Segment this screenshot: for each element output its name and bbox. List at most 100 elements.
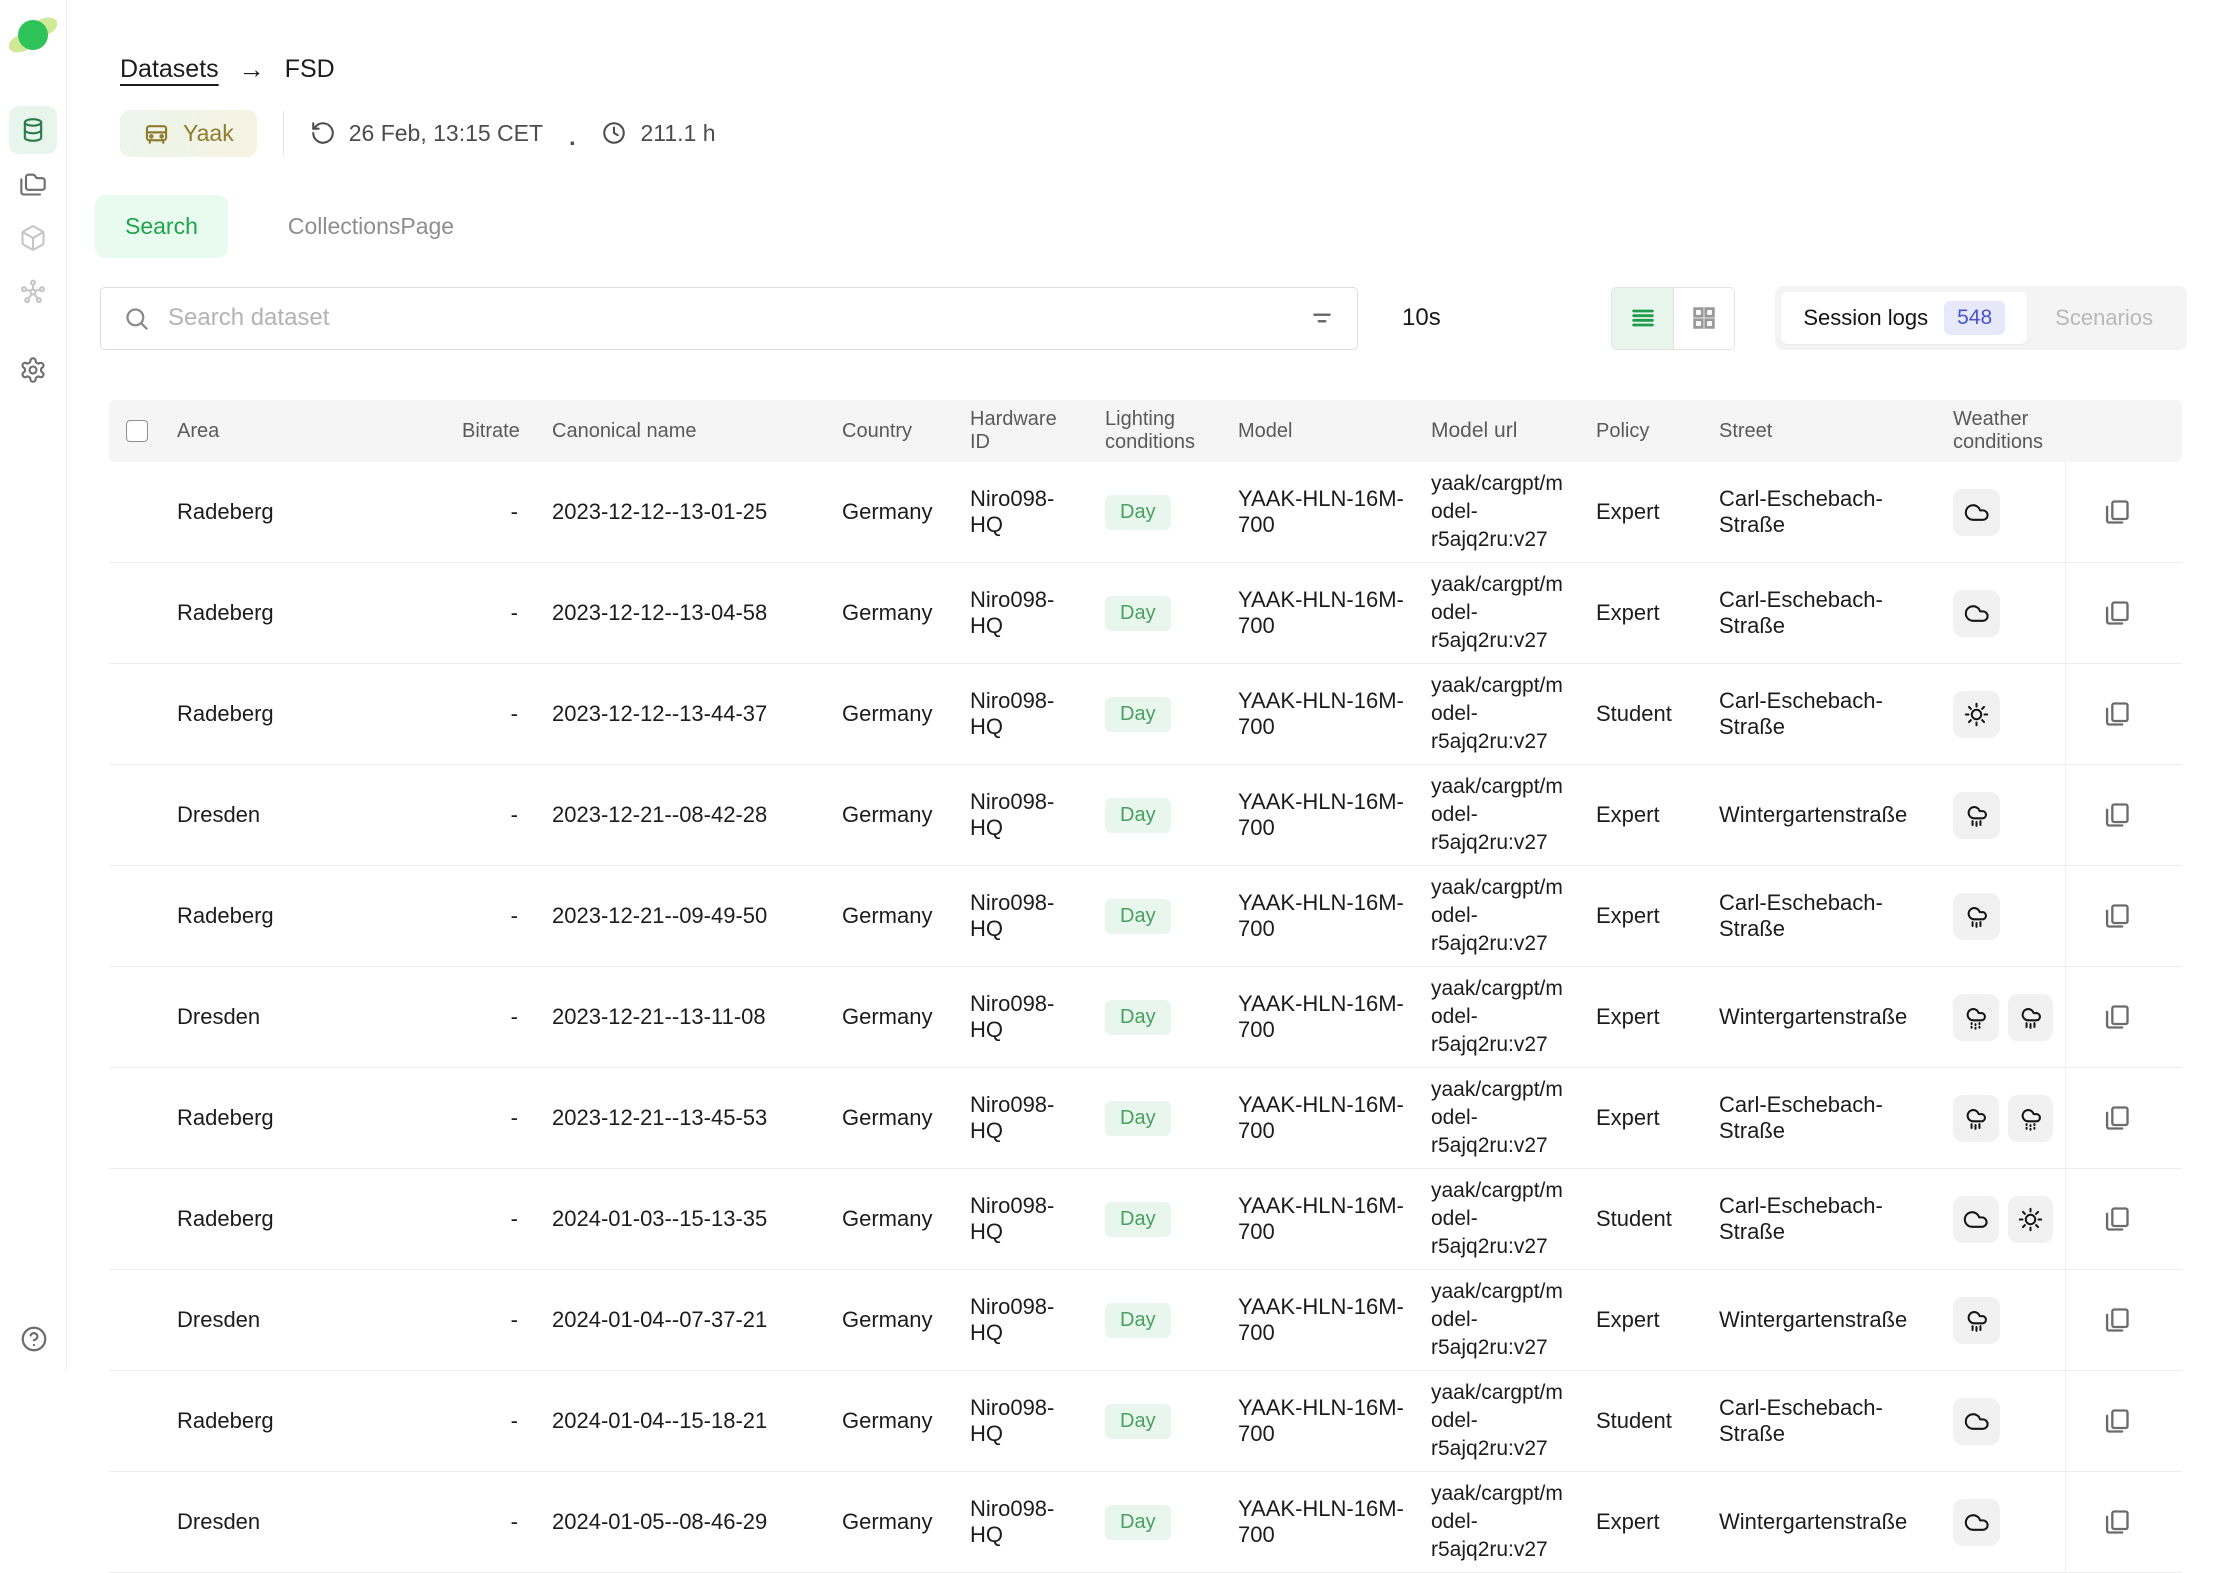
copy-row-button[interactable] xyxy=(2103,1306,2131,1334)
cell-country: Germany xyxy=(830,1501,958,1543)
cloud-weather-icon xyxy=(1953,1398,2000,1445)
cell-canonical-name: 2023-12-12--13-44-37 xyxy=(540,693,830,735)
table-row[interactable]: Radeberg - 2023-12-21--13-45-53 Germany … xyxy=(109,1068,2182,1169)
cell-weather-conditions xyxy=(1941,784,2065,847)
car-icon xyxy=(143,120,170,147)
table-row[interactable]: Dresden - 2023-12-21--08-42-28 Germany N… xyxy=(109,765,2182,866)
cell-model: YAAK-HLN-16M-700 xyxy=(1226,1488,1419,1556)
cell-country: Germany xyxy=(830,1097,958,1139)
cell-area: Radeberg xyxy=(165,1097,450,1139)
sidebar-item-datasets[interactable] xyxy=(9,106,57,154)
table-row[interactable]: Radeberg - 2024-01-04--15-18-21 Germany … xyxy=(109,1371,2182,1472)
cell-bitrate: - xyxy=(450,1097,540,1139)
gear-icon xyxy=(19,356,47,384)
grid-view-button[interactable] xyxy=(1673,288,1734,349)
cell-bitrate: - xyxy=(450,1299,540,1341)
cell-model-url: yaak/cargpt/model-r5ajq2ru:v27 xyxy=(1419,1371,1584,1471)
col-header-lighting-conditions: Lighting conditions xyxy=(1093,400,1226,462)
cell-bitrate: - xyxy=(450,996,540,1038)
cell-model: YAAK-HLN-16M-700 xyxy=(1226,1286,1419,1354)
select-all-checkbox[interactable] xyxy=(126,420,148,442)
sidebar-item-collections[interactable] xyxy=(9,160,57,208)
cell-bitrate: - xyxy=(450,592,540,634)
table-body: Radeberg - 2023-12-12--13-01-25 Germany … xyxy=(109,462,2182,1573)
segment-scenarios[interactable]: Scenarios xyxy=(2027,292,2181,344)
copy-row-button[interactable] xyxy=(2103,700,2131,728)
copy-icon xyxy=(2103,700,2131,728)
copy-row-button[interactable] xyxy=(2103,1205,2131,1233)
lighting-badge: Day xyxy=(1105,1202,1171,1237)
table-row[interactable]: Dresden - 2024-01-04--07-37-21 Germany N… xyxy=(109,1270,2182,1371)
cell-policy: Expert xyxy=(1584,592,1707,634)
table-header: Area Bitrate Canonical name Country Hard… xyxy=(109,400,2182,462)
cell-weather-conditions xyxy=(1941,885,2065,948)
search-input[interactable] xyxy=(168,304,1291,332)
col-header-actions xyxy=(2065,400,2167,462)
cell-model: YAAK-HLN-16M-700 xyxy=(1226,478,1419,546)
divider xyxy=(283,111,284,155)
help-button[interactable] xyxy=(0,1324,67,1354)
cell-policy: Expert xyxy=(1584,1299,1707,1341)
list-view-button[interactable] xyxy=(1612,288,1673,349)
duration-value: 211.1 h xyxy=(640,120,715,147)
vehicle-badge: Yaak xyxy=(120,110,257,157)
lighting-badge: Day xyxy=(1105,697,1171,732)
copy-row-button[interactable] xyxy=(2103,1003,2131,1031)
copy-row-button[interactable] xyxy=(2103,1407,2131,1435)
table-row[interactable]: Dresden - 2023-12-21--13-11-08 Germany N… xyxy=(109,967,2182,1068)
cell-country: Germany xyxy=(830,996,958,1038)
cell-street: Wintergartenstraße xyxy=(1707,996,1941,1038)
cell-hardware-id: Niro098-HQ xyxy=(958,1185,1093,1253)
cell-model: YAAK-HLN-16M-700 xyxy=(1226,882,1419,950)
copy-row-button[interactable] xyxy=(2103,801,2131,829)
sidebar-nav xyxy=(9,106,57,394)
copy-icon xyxy=(2103,599,2131,627)
cell-policy: Student xyxy=(1584,1198,1707,1240)
cell-bitrate: - xyxy=(450,1501,540,1543)
cell-country: Germany xyxy=(830,1198,958,1240)
cell-canonical-name: 2023-12-21--13-45-53 xyxy=(540,1097,830,1139)
cell-policy: Student xyxy=(1584,1400,1707,1442)
copy-row-button[interactable] xyxy=(2103,498,2131,526)
table-row[interactable]: Radeberg - 2023-12-21--09-49-50 Germany … xyxy=(109,866,2182,967)
cloud-weather-icon xyxy=(1953,590,2000,637)
view-toggle xyxy=(1611,287,1735,350)
table-row[interactable]: Radeberg - 2023-12-12--13-44-37 Germany … xyxy=(109,664,2182,765)
yaak-logo[interactable] xyxy=(9,12,57,60)
copy-row-button[interactable] xyxy=(2103,599,2131,627)
table-row[interactable]: Dresden - 2024-01-05--08-46-29 Germany N… xyxy=(109,1472,2182,1573)
main-content: Datasets → FSD Yaak 26 Feb, 13:15 CET . xyxy=(67,0,2220,1370)
cell-model-url: yaak/cargpt/model-r5ajq2ru:v27 xyxy=(1419,1169,1584,1269)
grid-view-icon xyxy=(1690,304,1718,332)
cell-policy: Expert xyxy=(1584,491,1707,533)
copy-row-button[interactable] xyxy=(2103,1104,2131,1132)
cell-street: Wintergartenstraße xyxy=(1707,1501,1941,1543)
help-icon xyxy=(19,1324,49,1354)
table-row[interactable]: Radeberg - 2023-12-12--13-01-25 Germany … xyxy=(109,462,2182,563)
cell-street: Carl-Eschebach-Straße xyxy=(1707,1084,1941,1152)
filter-icon[interactable] xyxy=(1309,305,1335,331)
cell-hardware-id: Niro098-HQ xyxy=(958,1387,1093,1455)
lighting-badge: Day xyxy=(1105,1404,1171,1439)
sun-weather-icon xyxy=(2008,1196,2054,1243)
table-row[interactable]: Radeberg - 2023-12-12--13-04-58 Germany … xyxy=(109,563,2182,664)
refresh-interval[interactable]: 10s xyxy=(1402,304,1441,332)
cell-canonical-name: 2023-12-21--09-49-50 xyxy=(540,895,830,937)
copy-row-button[interactable] xyxy=(2103,1508,2131,1536)
cell-area: Radeberg xyxy=(165,895,450,937)
cell-country: Germany xyxy=(830,1400,958,1442)
col-header-bitrate: Bitrate xyxy=(450,412,540,451)
table-row[interactable]: Radeberg - 2024-01-03--15-13-35 Germany … xyxy=(109,1169,2182,1270)
breadcrumb-datasets-link[interactable]: Datasets xyxy=(120,55,219,84)
sidebar-item-network[interactable] xyxy=(9,268,57,316)
segment-session-logs[interactable]: Session logs 548 xyxy=(1781,292,2027,344)
cell-policy: Expert xyxy=(1584,1097,1707,1139)
cell-canonical-name: 2024-01-03--15-13-35 xyxy=(540,1198,830,1240)
col-header-country: Country xyxy=(830,412,958,451)
copy-row-button[interactable] xyxy=(2103,902,2131,930)
sidebar-item-packages[interactable] xyxy=(9,214,57,262)
tab-collections-page[interactable]: CollectionsPage xyxy=(258,195,484,258)
sidebar-item-settings[interactable] xyxy=(9,346,57,394)
lighting-badge: Day xyxy=(1105,495,1171,530)
tab-search[interactable]: Search xyxy=(95,195,228,258)
